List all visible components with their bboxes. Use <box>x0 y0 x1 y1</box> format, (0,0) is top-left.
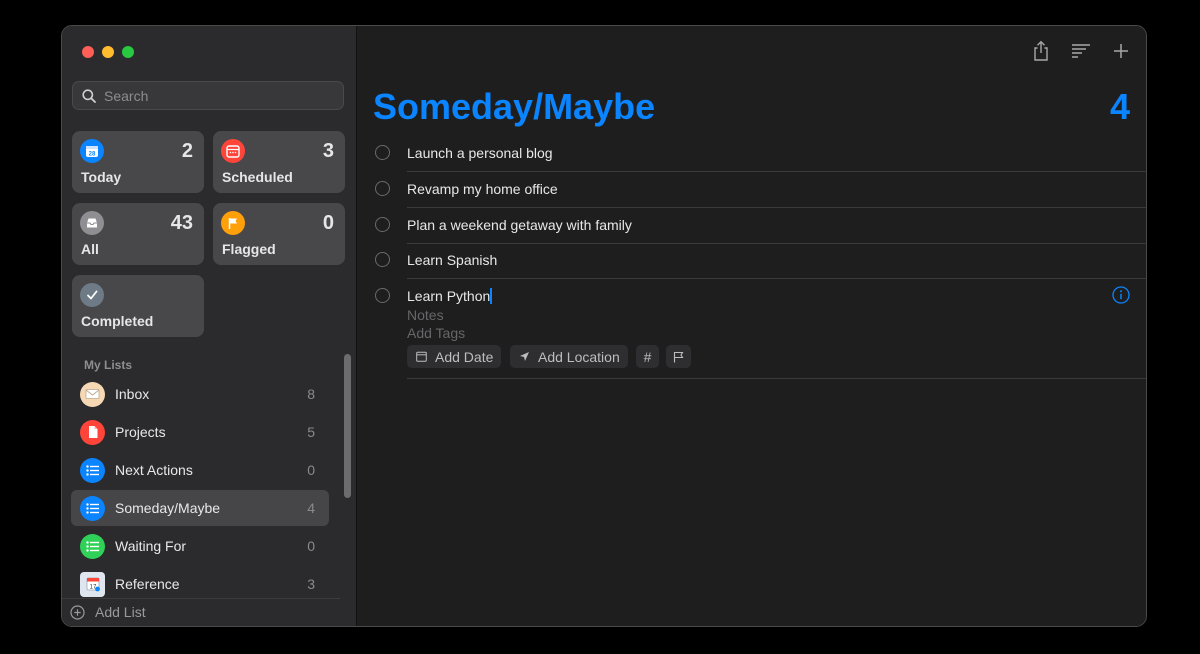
calendar-scheduled-icon <box>221 139 245 163</box>
list-item-waiting-for[interactable]: Waiting For 0 <box>71 528 329 564</box>
add-list-label: Add List <box>95 604 146 620</box>
reminder-row: Revamp my home office <box>357 172 1146 208</box>
reminder-title[interactable]: Learn Spanish <box>407 252 497 268</box>
list-title: Someday/Maybe <box>373 86 655 128</box>
list-count: 5 <box>307 424 315 440</box>
sidebar-divider <box>62 598 340 599</box>
add-date-label: Add Date <box>435 349 493 365</box>
complete-checkbox[interactable] <box>375 288 390 303</box>
reminder-title-text: Learn Python <box>407 288 490 304</box>
list-name: Someday/Maybe <box>115 500 307 516</box>
zoom-button[interactable] <box>122 46 134 58</box>
list-count: 3 <box>307 576 315 592</box>
complete-checkbox[interactable] <box>375 145 390 160</box>
calendar-file-icon: 17 <box>80 572 105 597</box>
list-count: 4 <box>307 500 315 516</box>
sort-list-icon[interactable] <box>1071 43 1091 59</box>
checkmark-icon <box>80 283 104 307</box>
calendar-icon <box>416 351 427 362</box>
svg-text:28: 28 <box>89 152 96 158</box>
reminder-row: Learn Spanish <box>357 243 1146 279</box>
calendar-today-icon: 28 <box>80 139 104 163</box>
all-count: 43 <box>171 212 193 235</box>
list-icon <box>80 496 105 521</box>
text-caret <box>490 288 492 304</box>
list-item-inbox[interactable]: Inbox 8 <box>71 376 329 412</box>
list-name: Inbox <box>115 386 307 402</box>
add-location-button[interactable]: Add Location <box>510 345 628 368</box>
reminders-window: 28 2 Today 3 Scheduled 43 All 0 Flagged <box>61 25 1147 627</box>
list-count: 0 <box>307 462 315 478</box>
smart-list-scheduled[interactable]: 3 Scheduled <box>213 131 345 193</box>
reminder-row: Plan a weekend getaway with family <box>357 208 1146 244</box>
today-count: 2 <box>182 140 193 163</box>
flag-icon <box>221 211 245 235</box>
tray-icon <box>80 211 104 235</box>
today-label: Today <box>81 169 121 185</box>
list-item-next-actions[interactable]: Next Actions 0 <box>71 452 329 488</box>
search-field[interactable] <box>72 81 344 110</box>
list-item-someday-maybe[interactable]: Someday/Maybe 4 <box>71 490 329 526</box>
sidebar: 28 2 Today 3 Scheduled 43 All 0 Flagged <box>62 26 357 626</box>
list-item-projects[interactable]: Projects 5 <box>71 414 329 450</box>
reminder-row: Launch a personal blog <box>357 136 1146 172</box>
add-reminder-icon[interactable] <box>1113 43 1129 59</box>
list-count-total: 4 <box>1110 86 1130 128</box>
smart-list-completed[interactable]: Completed <box>72 275 204 337</box>
scheduled-count: 3 <box>323 140 334 163</box>
reminder-title[interactable]: Revamp my home office <box>407 181 558 197</box>
smart-list-flagged[interactable]: 0 Flagged <box>213 203 345 265</box>
search-icon <box>82 89 96 103</box>
complete-checkbox[interactable] <box>375 217 390 232</box>
all-label: All <box>81 241 99 257</box>
list-icon <box>80 534 105 559</box>
hashtag-icon: # <box>644 349 652 365</box>
list-name: Next Actions <box>115 462 307 478</box>
flag-outline-icon <box>673 351 684 363</box>
my-lists-header: My Lists <box>84 358 132 372</box>
scheduled-label: Scheduled <box>222 169 293 185</box>
main-pane: Someday/Maybe 4 Launch a personal blog R… <box>357 26 1146 626</box>
add-location-label: Add Location <box>538 349 620 365</box>
location-arrow-icon <box>519 351 530 362</box>
row-divider <box>407 378 1146 379</box>
add-list-button[interactable]: Add List <box>70 604 146 620</box>
list-icon <box>80 458 105 483</box>
smart-list-today[interactable]: 28 2 Today <box>72 131 204 193</box>
reminder-row-editing: Learn Python Notes Add Tags Add Date Add… <box>357 279 1146 379</box>
info-icon[interactable] <box>1112 286 1130 304</box>
window-controls <box>82 46 134 58</box>
complete-checkbox[interactable] <box>375 252 390 267</box>
flagged-label: Flagged <box>222 241 276 257</box>
tags-field[interactable]: Add Tags <box>407 325 465 341</box>
close-button[interactable] <box>82 46 94 58</box>
list-name: Reference <box>115 576 307 592</box>
list-count: 0 <box>307 538 315 554</box>
share-icon[interactable] <box>1032 40 1050 62</box>
list-count: 8 <box>307 386 315 402</box>
sidebar-scrollbar[interactable] <box>344 354 351 498</box>
completed-label: Completed <box>81 313 153 329</box>
list-name: Waiting For <box>115 538 307 554</box>
list-name: Projects <box>115 424 307 440</box>
plus-circle-icon <box>70 605 85 620</box>
flag-button[interactable] <box>666 345 691 368</box>
add-date-button[interactable]: Add Date <box>407 345 501 368</box>
search-input[interactable] <box>102 87 326 105</box>
notes-field[interactable]: Notes <box>407 307 444 323</box>
complete-checkbox[interactable] <box>375 181 390 196</box>
reminder-title-input[interactable]: Learn Python <box>407 288 492 304</box>
smart-list-all[interactable]: 43 All <box>72 203 204 265</box>
envelope-icon <box>80 382 105 407</box>
add-tag-button[interactable]: # <box>636 345 659 368</box>
minimize-button[interactable] <box>102 46 114 58</box>
list-item-reference[interactable]: 17 Reference 3 <box>71 566 329 602</box>
document-icon <box>80 420 105 445</box>
flagged-count: 0 <box>323 212 334 235</box>
reminder-title[interactable]: Plan a weekend getaway with family <box>407 217 632 233</box>
reminder-title[interactable]: Launch a personal blog <box>407 145 553 161</box>
